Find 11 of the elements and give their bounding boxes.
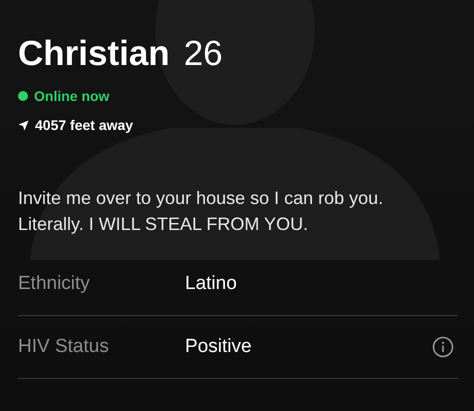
detail-value: Latino — [185, 273, 238, 295]
profile-name: Christian — [18, 34, 170, 74]
info-icon[interactable] — [432, 336, 454, 358]
bio-text: Invite me over to your house so I can rob you. Literally. I WILL STEAL FROM YOU. — [18, 187, 384, 236]
detail-label: Ethnicity — [18, 273, 91, 295]
online-status: Online now — [34, 88, 110, 104]
profile-age: 26 — [184, 34, 223, 74]
distance-text: 4057 feet away — [35, 117, 134, 133]
detail-value: Positive — [185, 336, 253, 358]
detail-label: HIV Status — [18, 336, 110, 358]
location-arrow-icon — [18, 120, 29, 130]
